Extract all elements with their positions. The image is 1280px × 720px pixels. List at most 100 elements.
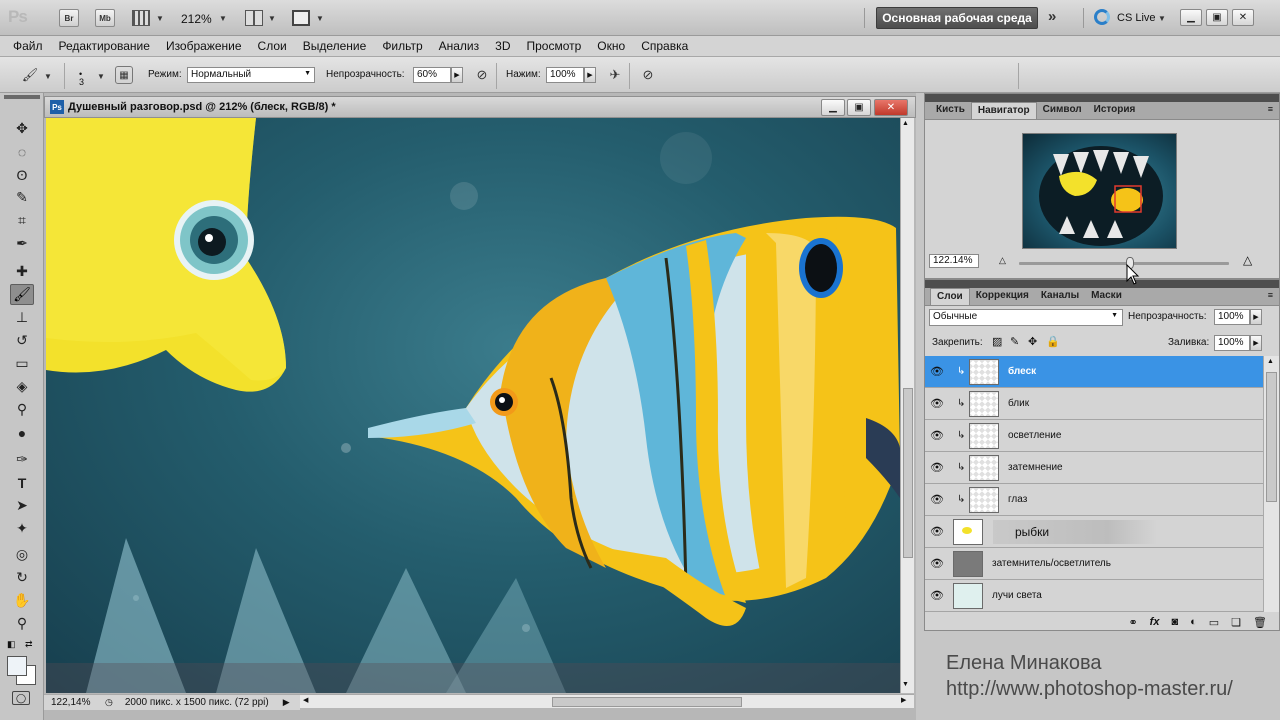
doc-minimize-button[interactable]: ▁ <box>821 99 845 116</box>
restore-button[interactable]: ▣ <box>1206 9 1228 26</box>
path-selection-tool-icon[interactable]: ➤ <box>10 495 34 516</box>
flow-arrow-button[interactable]: ▶ <box>584 67 596 83</box>
pressure-opacity-icon[interactable]: ⊘ <box>472 65 492 85</box>
move-tool-icon[interactable]: ✥ <box>10 118 34 139</box>
eyedropper-tool-icon[interactable]: ✒ <box>10 233 34 254</box>
doc-restore-button[interactable]: ▣ <box>847 99 871 116</box>
cs-live-icon[interactable] <box>1094 9 1110 25</box>
workspace-button[interactable]: Основная рабочая среда <box>876 7 1038 29</box>
tab-layers[interactable]: Слои <box>930 288 970 305</box>
menu-help[interactable]: Справка <box>641 39 688 53</box>
chevron-down-icon[interactable]: ▼ <box>97 72 105 81</box>
eye-icon[interactable]: 👁 <box>930 429 944 442</box>
eye-icon[interactable]: 👁 <box>930 493 944 506</box>
pen-tool-icon[interactable]: ✑ <box>10 449 34 470</box>
eye-icon[interactable]: 👁 <box>930 365 944 378</box>
clone-stamp-tool-icon[interactable]: ⊥ <box>10 307 34 328</box>
quick-selection-tool-icon[interactable]: ✎ <box>10 187 34 208</box>
default-colors-icon[interactable]: ◧ <box>7 639 16 650</box>
status-info-icon[interactable]: ◷ <box>105 697 113 708</box>
adjustment-layer-icon[interactable]: ◐ <box>1190 616 1197 628</box>
trash-icon[interactable]: 🗑 <box>1253 616 1267 629</box>
menu-window[interactable]: Окно <box>597 39 625 53</box>
panel-menu-icon[interactable]: ≡ <box>1268 104 1273 114</box>
link-layers-icon[interactable]: ⚭ <box>1128 616 1137 629</box>
tab-masks[interactable]: Маски <box>1085 288 1128 305</box>
zoom-level[interactable]: 212% <box>181 12 212 26</box>
crop-tool-icon[interactable]: ⌗ <box>10 210 34 231</box>
doc-close-button[interactable]: ✕ <box>874 99 908 116</box>
menu-3d[interactable]: 3D <box>495 39 510 53</box>
zoom-tool-icon[interactable]: ⚲ <box>10 613 34 634</box>
fx-icon[interactable]: fx <box>1150 616 1160 628</box>
horizontal-scrollbar[interactable]: ◀ ▶ <box>300 694 914 708</box>
layer-row[interactable]: 👁 затемнитель/осветлитель <box>925 548 1263 580</box>
navigator-thumbnail[interactable] <box>1022 133 1177 249</box>
flow-field[interactable]: 100% <box>546 67 584 83</box>
swap-colors-icon[interactable]: ⇄ <box>25 639 33 650</box>
new-layer-icon[interactable]: ❏ <box>1231 616 1241 629</box>
eye-icon[interactable]: 👁 <box>930 397 944 410</box>
healing-brush-tool-icon[interactable]: ✚ <box>10 261 34 282</box>
zoom-out-icon[interactable]: △ <box>999 255 1006 266</box>
blend-mode-select[interactable]: Обычные ▼ <box>929 309 1123 326</box>
eraser-tool-icon[interactable]: ▭ <box>10 353 34 374</box>
zoom-in-icon[interactable]: △ <box>1243 253 1252 267</box>
chevron-down-icon[interactable]: ▼ <box>219 14 227 23</box>
chevron-down-icon[interactable]: ▼ <box>44 72 52 81</box>
airbrush-icon[interactable]: ✈ <box>605 65 625 85</box>
mini-bridge-button[interactable]: Mb <box>95 9 115 27</box>
layer-row[interactable]: 👁 ↳ блеск <box>925 356 1263 388</box>
scroll-left-arrow-icon[interactable]: ◀ <box>303 696 308 704</box>
quick-mask-icon[interactable]: ◯ <box>12 691 30 705</box>
lock-transparency-icon[interactable]: ▨ <box>992 335 1002 348</box>
layer-row[interactable]: 👁 ↳ осветление <box>925 420 1263 452</box>
opacity-arrow-button[interactable]: ▶ <box>451 67 463 83</box>
mode-select[interactable]: Нормальный ▼ <box>187 67 315 83</box>
navigator-zoom-field[interactable]: 122.14% <box>929 254 979 268</box>
menu-analysis[interactable]: Анализ <box>439 39 480 53</box>
navigator-zoom-slider[interactable] <box>1019 262 1229 265</box>
menu-file[interactable]: Файл <box>13 39 43 53</box>
lock-pixels-icon[interactable]: ✎ <box>1010 335 1019 348</box>
paint-bucket-tool-icon[interactable]: ◈ <box>10 376 34 397</box>
menu-filter[interactable]: Фильтр <box>382 39 422 53</box>
shape-tool-icon[interactable]: ✦ <box>10 518 34 539</box>
arrange-documents-icon[interactable] <box>245 10 263 26</box>
panel-header-strip[interactable] <box>925 280 1279 288</box>
tab-history[interactable]: История <box>1088 102 1142 119</box>
hand-tool-icon[interactable]: ✋ <box>10 590 34 611</box>
fill-field[interactable]: 100% <box>1214 335 1250 351</box>
add-mask-icon[interactable]: ◙ <box>1171 616 1178 628</box>
brush-tool-icon[interactable]: 🖌 <box>10 284 34 305</box>
opacity-field[interactable]: 60% <box>413 67 451 83</box>
panel-grip[interactable] <box>4 95 40 99</box>
tab-brush[interactable]: Кисть <box>930 102 971 119</box>
tab-adjustments[interactable]: Коррекция <box>970 288 1035 305</box>
scroll-right-arrow-icon[interactable]: ▶ <box>901 696 906 704</box>
type-tool-icon[interactable]: T <box>10 472 34 493</box>
3d-orbit-tool-icon[interactable]: ↻ <box>10 567 34 588</box>
layer-row[interactable]: 👁 ↳ затемнение <box>925 452 1263 484</box>
extras-icon[interactable] <box>132 10 150 26</box>
double-chevron-right-icon[interactable]: » <box>1048 8 1056 25</box>
tab-navigator[interactable]: Навигатор <box>970 102 1037 119</box>
chevron-down-icon[interactable]: ▼ <box>268 14 276 23</box>
document-title-bar[interactable]: Ps Душевный разговор.psd @ 212% (блеск, … <box>44 96 916 118</box>
lock-all-icon[interactable]: 🔒 <box>1046 335 1060 348</box>
eye-icon[interactable]: 👁 <box>930 461 944 474</box>
foreground-color-swatch[interactable] <box>7 656 27 676</box>
layer-opacity-arrow[interactable]: ▶ <box>1250 309 1262 325</box>
layer-row[interactable]: 👁 лучи света <box>925 580 1263 612</box>
marquee-tool-icon[interactable]: ◌ <box>10 141 34 162</box>
menu-edit[interactable]: Редактирование <box>59 39 150 53</box>
eye-icon[interactable]: 👁 <box>930 557 944 570</box>
cs-live-label[interactable]: CS Live <box>1117 12 1156 24</box>
layer-row[interactable]: 👁 ↳ глаз <box>925 484 1263 516</box>
menu-image[interactable]: Изображение <box>166 39 242 53</box>
eye-icon[interactable]: 👁 <box>930 525 944 538</box>
menu-select[interactable]: Выделение <box>303 39 367 53</box>
eye-icon[interactable]: 👁 <box>930 589 944 602</box>
image-canvas[interactable] <box>46 118 900 693</box>
chevron-down-icon[interactable]: ▼ <box>1158 14 1166 23</box>
